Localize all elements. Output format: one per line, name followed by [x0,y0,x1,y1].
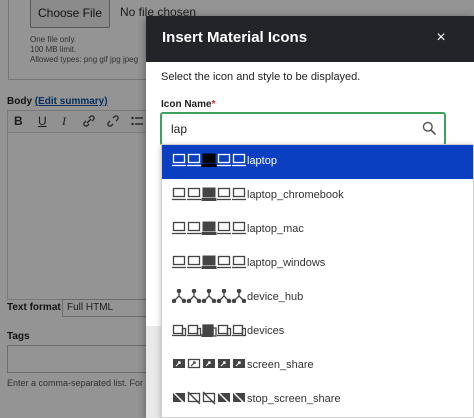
option-label: laptop [247,155,277,167]
autocomplete-option-device-hub[interactable]: device_hub [162,281,473,315]
autocomplete-option-devices[interactable]: devices [162,315,473,349]
option-label: stop_screen_share [247,393,341,405]
option-label: screen_share [247,359,314,371]
search-icon[interactable] [422,121,436,135]
device-hub-icon [172,289,246,303]
option-label: device_hub [247,291,304,303]
icon-name-label: Icon Name* [161,99,215,110]
option-label: devices [247,325,285,337]
laptop-chromebook-icon [172,187,246,201]
dialog-description: Select the icon and style to be displaye… [161,71,361,83]
icon-search-field [160,112,446,146]
autocomplete-option-laptop-windows[interactable]: laptop_windows [162,247,473,281]
icon-name-label-text: Icon Name [161,99,212,110]
screen-share-icon [173,358,245,369]
devices-icon [172,324,246,337]
autocomplete-option-stop-screen-share[interactable]: stop_screen_share [162,383,473,417]
option-label: laptop_mac [247,223,304,235]
icon-search-input[interactable] [162,114,412,144]
icon-autocomplete-list: laptop laptop_chromebook laptop_mac lapt… [161,144,474,418]
dialog-header: Insert Material Icons × [146,16,474,62]
autocomplete-option-laptop-mac[interactable]: laptop_mac [162,213,473,247]
stop-screen-share-icon [172,391,246,405]
option-label: laptop_windows [247,257,326,269]
autocomplete-option-laptop-chromebook[interactable]: laptop_chromebook [162,179,473,213]
autocomplete-option-laptop[interactable]: laptop [162,145,473,179]
required-marker: * [211,99,216,110]
close-button[interactable]: × [432,28,450,48]
laptop-icon [172,153,246,167]
autocomplete-option-screen-share[interactable]: screen_share [162,349,473,383]
laptop-mac-icon [172,221,246,235]
dialog-title: Insert Material Icons [162,29,308,46]
option-label: laptop_chromebook [247,189,344,201]
laptop-windows-icon [172,255,246,269]
